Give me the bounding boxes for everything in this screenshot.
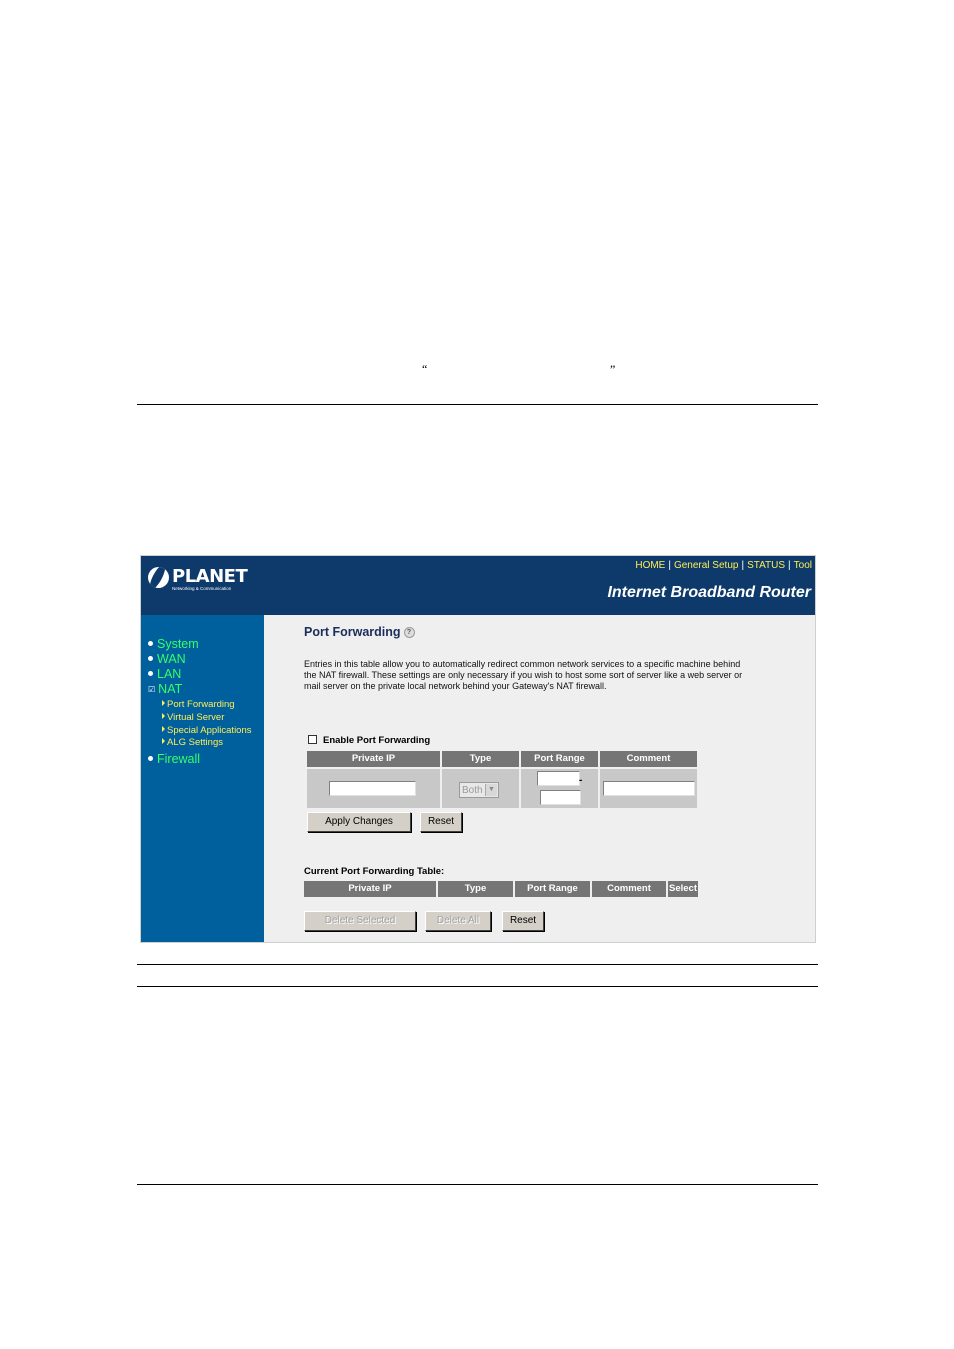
divider-line — [137, 964, 818, 965]
divider-line — [137, 986, 818, 987]
top-navigation: HOME | General Setup | STATUS | Tool — [635, 560, 812, 571]
delete-selected-button[interactable]: Delete Selected — [304, 911, 416, 931]
sidebar: System WAN LAN ☑ NAT Port Forwarding Virt… — [141, 615, 264, 942]
table-header-comment: Comment — [592, 881, 666, 897]
main-content: Port Forwarding? Entries in this table a… — [264, 615, 815, 942]
sidebar-item-label: LAN — [157, 667, 182, 681]
divider-line — [137, 404, 818, 405]
help-icon[interactable]: ? — [403, 627, 415, 639]
router-header: PLANET Networking & Communication HOME | G… — [141, 556, 815, 615]
nav-separator: | — [668, 560, 671, 571]
private-ip-input[interactable] — [329, 781, 416, 796]
sidebar-subitem-special-applications[interactable]: Special Applications — [162, 725, 252, 736]
router-screenshot: PLANET Networking & Communication HOME | G… — [140, 555, 816, 943]
sidebar-subitem-label: ALG Settings — [167, 737, 223, 748]
arrow-right-icon — [162, 700, 165, 707]
bullet-icon — [148, 641, 153, 647]
sidebar-item-label: Firewall — [157, 752, 201, 766]
apply-changes-button[interactable]: Apply Changes — [307, 812, 411, 832]
sidebar-item-wan[interactable]: WAN — [148, 652, 186, 666]
table-header-select: Select — [668, 881, 698, 897]
reset-button[interactable]: Reset — [420, 812, 462, 832]
port-range-to-input[interactable] — [540, 790, 581, 805]
enable-port-forwarding-row: Enable Port Forwarding — [308, 734, 431, 746]
sidebar-item-nat[interactable]: ☑ NAT — [148, 682, 182, 696]
sidebar-subitem-port-forwarding[interactable]: Port Forwarding — [162, 699, 235, 710]
nav-separator: | — [741, 560, 745, 571]
product-title: Internet Broadband Router — [607, 584, 811, 601]
bullet-icon — [148, 671, 153, 677]
planet-globe-icon — [148, 567, 169, 588]
delete-all-button[interactable]: Delete All — [425, 911, 491, 931]
comment-input[interactable] — [603, 781, 695, 796]
sidebar-subitem-alg-settings[interactable]: ALG Settings — [162, 737, 223, 748]
sidebar-subitem-virtual-server[interactable]: Virtual Server — [162, 712, 224, 723]
arrow-right-icon — [162, 738, 165, 745]
entry-header-private-ip: Private IP — [307, 751, 440, 767]
logo-tagline: Networking & Communication — [172, 586, 232, 591]
sidebar-item-label: WAN — [157, 652, 186, 666]
sidebar-item-label: NAT — [158, 682, 183, 696]
table-header-private-ip: Private IP — [304, 881, 436, 897]
arrow-right-icon — [162, 726, 165, 733]
nav-home-link[interactable]: HOME — [635, 560, 665, 571]
table-header-port-range: Port Range — [515, 881, 590, 897]
sidebar-subitem-label: Special Applications — [167, 725, 252, 736]
page-description: Entries in this table allow you to autom… — [304, 659, 743, 691]
page-title: Port Forwarding? — [304, 625, 415, 639]
sidebar-item-lan[interactable]: LAN — [148, 667, 181, 681]
current-table-caption: Current Port Forwarding Table: — [304, 866, 445, 877]
bullet-icon — [148, 656, 153, 662]
entry-header-comment: Comment — [600, 751, 697, 767]
reset-table-button[interactable]: Reset — [502, 911, 544, 931]
enable-port-forwarding-label: Enable Port Forwarding — [323, 735, 431, 746]
sidebar-item-firewall[interactable]: Firewall — [148, 752, 200, 766]
nav-status-link[interactable]: STATUS — [747, 560, 785, 571]
page-title-text: Port Forwarding — [304, 625, 401, 639]
nav-tool-link[interactable]: Tool — [794, 560, 812, 571]
table-header-type: Type — [438, 881, 513, 897]
nav-separator: | — [788, 560, 791, 571]
type-select[interactable]: Both ▼ — [459, 782, 499, 798]
open-quote: “ — [422, 362, 428, 376]
logo-wordmark: PLANET — [172, 566, 248, 587]
sidebar-item-system[interactable]: System — [148, 637, 199, 651]
bullet-icon — [148, 756, 153, 762]
entry-header-type: Type — [442, 751, 519, 767]
arrow-right-icon — [162, 713, 165, 720]
port-range-from-input[interactable] — [537, 771, 580, 786]
sidebar-item-label: System — [157, 637, 199, 651]
enable-port-forwarding-checkbox[interactable] — [308, 734, 317, 744]
sidebar-subitem-label: Virtual Server — [167, 712, 225, 723]
entry-header-port-range: Port Range — [521, 751, 598, 767]
sidebar-subitem-label: Port Forwarding — [167, 699, 235, 710]
planet-logo: PLANET Networking & Communication — [148, 566, 248, 594]
close-quote: ” — [610, 362, 616, 376]
type-select-value: Both — [462, 785, 483, 796]
nav-general-setup-link[interactable]: General Setup — [674, 560, 739, 571]
divider-line — [137, 1184, 818, 1185]
check-icon: ☑ — [148, 685, 156, 695]
chevron-down-icon: ▼ — [485, 784, 497, 796]
port-range-dash: - — [579, 775, 583, 786]
